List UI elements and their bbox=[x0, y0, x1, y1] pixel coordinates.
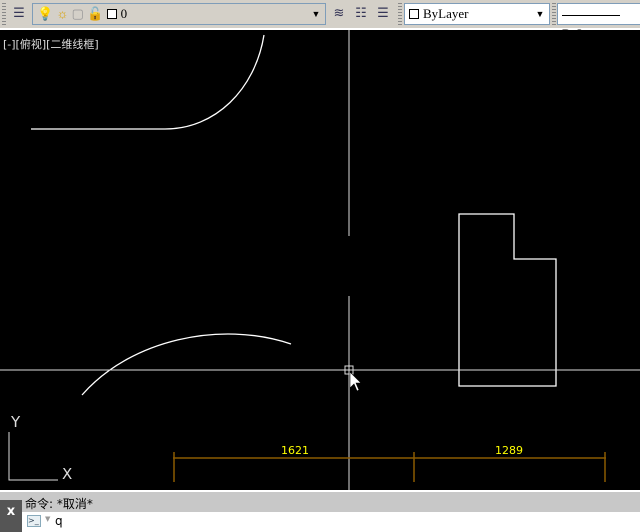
ucs-icon bbox=[8, 432, 58, 481]
drawing-canvas[interactable]: 1621 1289 Y X bbox=[0, 30, 640, 490]
freeze-viewport-icon: ▢ bbox=[71, 6, 84, 21]
lock-icon: 🔓 bbox=[87, 6, 104, 21]
command-prompt-icon[interactable]: >_ bbox=[27, 515, 41, 527]
command-close-button[interactable]: x bbox=[0, 500, 22, 532]
chevron-down-icon[interactable]: ▼ bbox=[309, 6, 323, 22]
make-current-icon[interactable]: ≋ bbox=[330, 5, 348, 23]
layer-color-swatch bbox=[106, 9, 117, 19]
ucs-y-label: Y bbox=[10, 413, 21, 431]
sun-icon: ☼ bbox=[56, 6, 69, 21]
color-dropdown[interactable]: ByLayer ▼ bbox=[404, 3, 550, 25]
toolbar-grip[interactable] bbox=[398, 3, 402, 25]
recent-commands-chevron-icon[interactable]: ▼ bbox=[45, 515, 50, 523]
layer-states-icon[interactable]: ☰ bbox=[374, 5, 392, 23]
cursor-arrow-icon bbox=[349, 371, 362, 392]
layer-dropdown[interactable]: 💡 ☼ ▢ 🔓 0 ▼ bbox=[32, 3, 326, 25]
close-icon: x bbox=[6, 504, 16, 519]
color-swatch bbox=[409, 9, 419, 19]
command-input-text: q bbox=[55, 514, 63, 528]
command-history-text: 命令: *取消* bbox=[25, 497, 93, 511]
command-line-input[interactable]: >_ ▼ q bbox=[22, 512, 640, 532]
layers-toolbar: ☰ 💡 ☼ ▢ 🔓 0 ▼ ≋ ☷ ☰ ByLayer ▼ ByL bbox=[0, 0, 640, 41]
room-outline bbox=[458, 213, 557, 387]
toolbar-grip[interactable] bbox=[552, 3, 556, 25]
bulb-icon: 💡 bbox=[37, 6, 54, 21]
color-value: ByLayer bbox=[423, 6, 469, 21]
dimension-text: 1621 bbox=[281, 444, 309, 457]
dimension-text: 1289 bbox=[495, 444, 523, 457]
viewport-controls[interactable]: [-][俯视][二维线框] bbox=[3, 36, 99, 52]
layer-previous-icon[interactable]: ☷ bbox=[352, 5, 370, 23]
chevron-down-icon[interactable]: ▼ bbox=[533, 6, 547, 22]
layer-name: 0 bbox=[120, 6, 128, 21]
command-history: 命令: *取消* bbox=[0, 490, 640, 512]
layer-properties-icon[interactable]: ☰ bbox=[10, 5, 28, 23]
toolbar-grip[interactable] bbox=[2, 3, 6, 25]
linetype-sample bbox=[562, 14, 620, 16]
ucs-x-label: X bbox=[62, 465, 72, 483]
linetype-dropdown[interactable]: ByL bbox=[557, 3, 640, 41]
arc-bottom bbox=[81, 333, 292, 396]
